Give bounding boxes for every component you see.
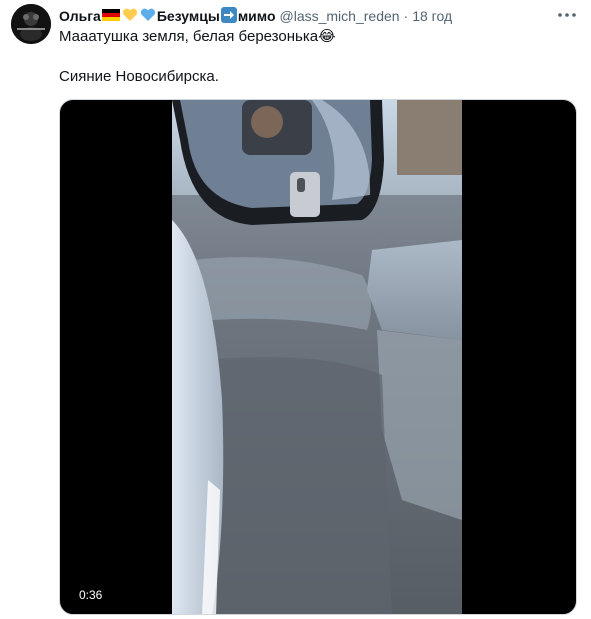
- avatar[interactable]: [11, 4, 51, 44]
- tweet-text-line2: Сияние Новосибирска.: [59, 68, 219, 85]
- yellow-heart-icon: [122, 8, 138, 25]
- author-name-part3: мимо: [237, 8, 276, 24]
- right-arrow-icon: [220, 6, 237, 26]
- germany-flag-icon: [101, 8, 120, 24]
- author-name-part1: Ольга: [59, 8, 101, 24]
- more-options-button[interactable]: [557, 6, 577, 24]
- author-name[interactable]: Ольга Безумцы мимо: [59, 6, 276, 26]
- separator-dot: ·: [403, 8, 409, 24]
- avatar-image: [11, 4, 51, 44]
- tweet-text-line1: Мааатушка земля, белая березонька😂: [59, 28, 336, 45]
- video-frame: [172, 100, 462, 614]
- tweet-header: Ольга Безумцы мимо @lass_mich_reden · 18…: [59, 5, 551, 27]
- blue-heart-icon: [140, 8, 156, 25]
- video-player[interactable]: 0:36: [59, 99, 577, 615]
- author-handle[interactable]: @lass_mich_reden: [280, 8, 400, 24]
- more-options-icon: [558, 13, 576, 17]
- tweet-text: Мааатушка земля, белая березонька😂 Сияни…: [59, 27, 559, 87]
- tweet-time[interactable]: 18 год: [412, 8, 452, 24]
- video-duration: 0:36: [73, 586, 109, 604]
- author-name-part2: Безумцы: [156, 8, 220, 24]
- tweet[interactable]: Ольга Безумцы мимо @lass_mich_reden · 18…: [0, 0, 591, 619]
